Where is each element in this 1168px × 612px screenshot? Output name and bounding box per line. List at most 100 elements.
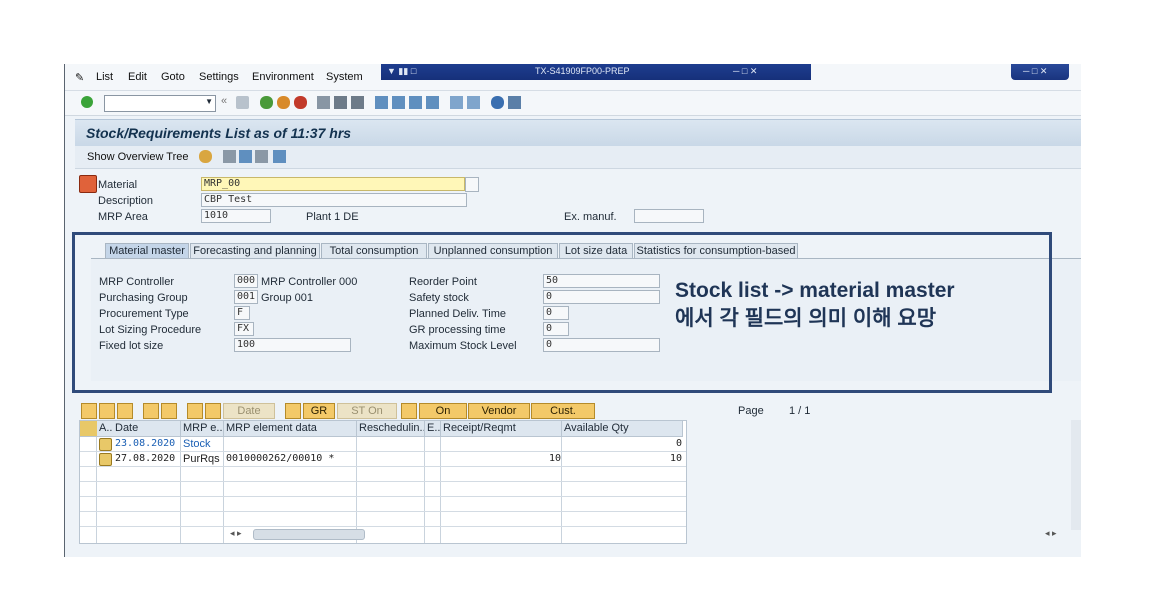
column-header-mrp-element-data[interactable]: MRP element data	[224, 421, 357, 437]
column-header-mrp-element[interactable]: MRP e...	[181, 421, 224, 437]
column-header-rescheduling[interactable]: Reschedulin...	[357, 421, 425, 437]
gr-button[interactable]: GR	[303, 403, 335, 419]
application-toolbar: Show Overview Tree	[75, 146, 1081, 169]
menu-goto[interactable]: Goto	[161, 71, 185, 83]
menu-edit[interactable]: Edit	[128, 71, 147, 83]
filter-down-icon[interactable]	[187, 403, 203, 419]
print-icon[interactable]	[317, 96, 330, 109]
shortcut-icon[interactable]	[467, 96, 480, 109]
title-band-icons: ▼ ▮▮ □	[387, 66, 417, 76]
standard-toolbar: ▼ «	[65, 91, 1081, 116]
help-icon[interactable]	[491, 96, 504, 109]
row-2-date: 27.08.2020	[115, 453, 176, 464]
menu-settings[interactable]: Settings	[199, 71, 239, 83]
description-label: Description	[98, 195, 154, 207]
grid-row-divider	[80, 481, 686, 482]
on-icon[interactable]	[401, 403, 417, 419]
row-2-mrp-element[interactable]: PurRqs	[181, 452, 223, 466]
grid-row-divider	[80, 526, 686, 527]
expand-icon[interactable]	[81, 403, 97, 419]
page-title: Stock/Requirements List as of 11:37 hrs	[86, 125, 352, 141]
first-page-icon[interactable]	[375, 96, 388, 109]
filter-icon[interactable]	[239, 150, 252, 163]
row-detail-icon[interactable]	[99, 453, 112, 466]
grid-row-divider	[80, 466, 686, 467]
find-next-icon[interactable]	[351, 96, 364, 109]
date-button[interactable]: Date	[223, 403, 275, 419]
enter-icon[interactable]	[81, 96, 93, 108]
window-controls-right[interactable]: ─ □ ✕	[1011, 64, 1069, 80]
row-1-available-qty: 0	[675, 438, 682, 449]
row-1-date: 23.08.2020	[115, 438, 176, 449]
mrp-area-field: 1010	[201, 209, 271, 223]
row-2-receipt-reqmt: 10	[548, 453, 561, 464]
chevron-down-icon[interactable]: ▼	[205, 97, 213, 106]
window-title-band: ▼ ▮▮ □ TX-S41909FP00-PREP ─ □ ✕	[381, 64, 811, 80]
layout-menu-icon[interactable]	[508, 96, 521, 109]
column-header-available-qty[interactable]: Available Qty	[562, 421, 683, 437]
search-icon[interactable]	[465, 177, 479, 192]
cancel-icon[interactable]	[294, 96, 307, 109]
description-field: CBP Test	[201, 193, 467, 207]
material-label: Material	[98, 179, 138, 191]
menu-system[interactable]: System	[326, 71, 363, 83]
page-value: 1 / 1	[789, 405, 811, 417]
vertical-scrollbar[interactable]	[1071, 420, 1081, 530]
column-header-e[interactable]: E..	[425, 421, 441, 437]
window-controls[interactable]: ─ □ ✕	[733, 66, 757, 77]
mrp-area-label: MRP Area	[98, 211, 148, 223]
grid-divider	[96, 437, 97, 543]
user-icon[interactable]	[199, 150, 212, 163]
show-overview-tree-button[interactable]: Show Overview Tree	[87, 151, 188, 163]
material-field[interactable]: MRP_00	[201, 177, 465, 191]
save-icon[interactable]	[236, 96, 249, 109]
last-page-icon[interactable]	[426, 96, 439, 109]
vendor-button[interactable]: Vendor	[468, 403, 530, 419]
row-1-mrp-element[interactable]: Stock	[181, 437, 223, 451]
menu-bar: ✎ List Edit Goto Settings Environment Sy…	[65, 64, 1081, 91]
edit-icon[interactable]	[117, 403, 133, 419]
ex-manuf-label: Ex. manuf.	[564, 211, 617, 223]
detail-icon[interactable]	[255, 150, 268, 163]
grid-row-divider	[80, 511, 686, 512]
tree-icon[interactable]	[273, 150, 286, 163]
refresh-icon[interactable]	[223, 150, 236, 163]
on-button[interactable]: On	[419, 403, 467, 419]
row-2-available-qty: 10	[669, 453, 682, 464]
material-header-icon[interactable]	[79, 175, 97, 193]
column-header-date[interactable]: Date	[113, 421, 181, 437]
annotation-line-1: Stock list -> material master	[675, 279, 955, 302]
column-header-receipt-reqmt[interactable]: Receipt/Reqmt	[441, 421, 562, 437]
gr-icon[interactable]	[285, 403, 301, 419]
next-page-icon[interactable]	[409, 96, 422, 109]
command-field[interactable]: ▼	[104, 95, 216, 112]
menu-icon[interactable]: ✎	[75, 71, 84, 84]
new-session-icon[interactable]	[450, 96, 463, 109]
scroll-left-right-icon[interactable]: ◂ ▸	[230, 528, 242, 539]
back-icon[interactable]	[260, 96, 273, 109]
double-chevron-icon[interactable]: «	[221, 95, 234, 108]
element-plus-icon[interactable]	[161, 403, 177, 419]
element-icon[interactable]	[143, 403, 159, 419]
annotation-line-2: 에서 각 필드의 의미 이해 요망	[675, 307, 937, 330]
horizontal-scrollbar[interactable]	[253, 529, 365, 540]
column-header-a[interactable]: A..	[97, 421, 114, 437]
annotation-text: Stock list -> material master 에서 각 필드의 의…	[675, 277, 955, 333]
menu-environment[interactable]: Environment	[252, 71, 314, 83]
page-label: Page	[738, 405, 764, 417]
row-detail-icon[interactable]	[99, 438, 112, 451]
stock-requirements-grid: A.. Date MRP e... MRP element data Resch…	[79, 420, 687, 544]
previous-page-icon[interactable]	[392, 96, 405, 109]
select-icon[interactable]	[99, 403, 115, 419]
menu-list[interactable]: List	[96, 71, 113, 83]
find-icon[interactable]	[334, 96, 347, 109]
cust-button[interactable]: Cust.	[531, 403, 595, 419]
mrp-area-text: Plant 1 DE	[306, 211, 359, 223]
screen-title-bar: Stock/Requirements List as of 11:37 hrs	[75, 119, 1081, 147]
scroll-left-right-icon[interactable]: ◂ ▸	[1045, 528, 1057, 539]
row-2-mrp-element-data: 0010000262/00010 *	[226, 453, 335, 464]
exit-icon[interactable]	[277, 96, 290, 109]
filter-up-icon[interactable]	[205, 403, 221, 419]
st-on-button[interactable]: ST On	[337, 403, 397, 419]
ex-manuf-field	[634, 209, 704, 223]
